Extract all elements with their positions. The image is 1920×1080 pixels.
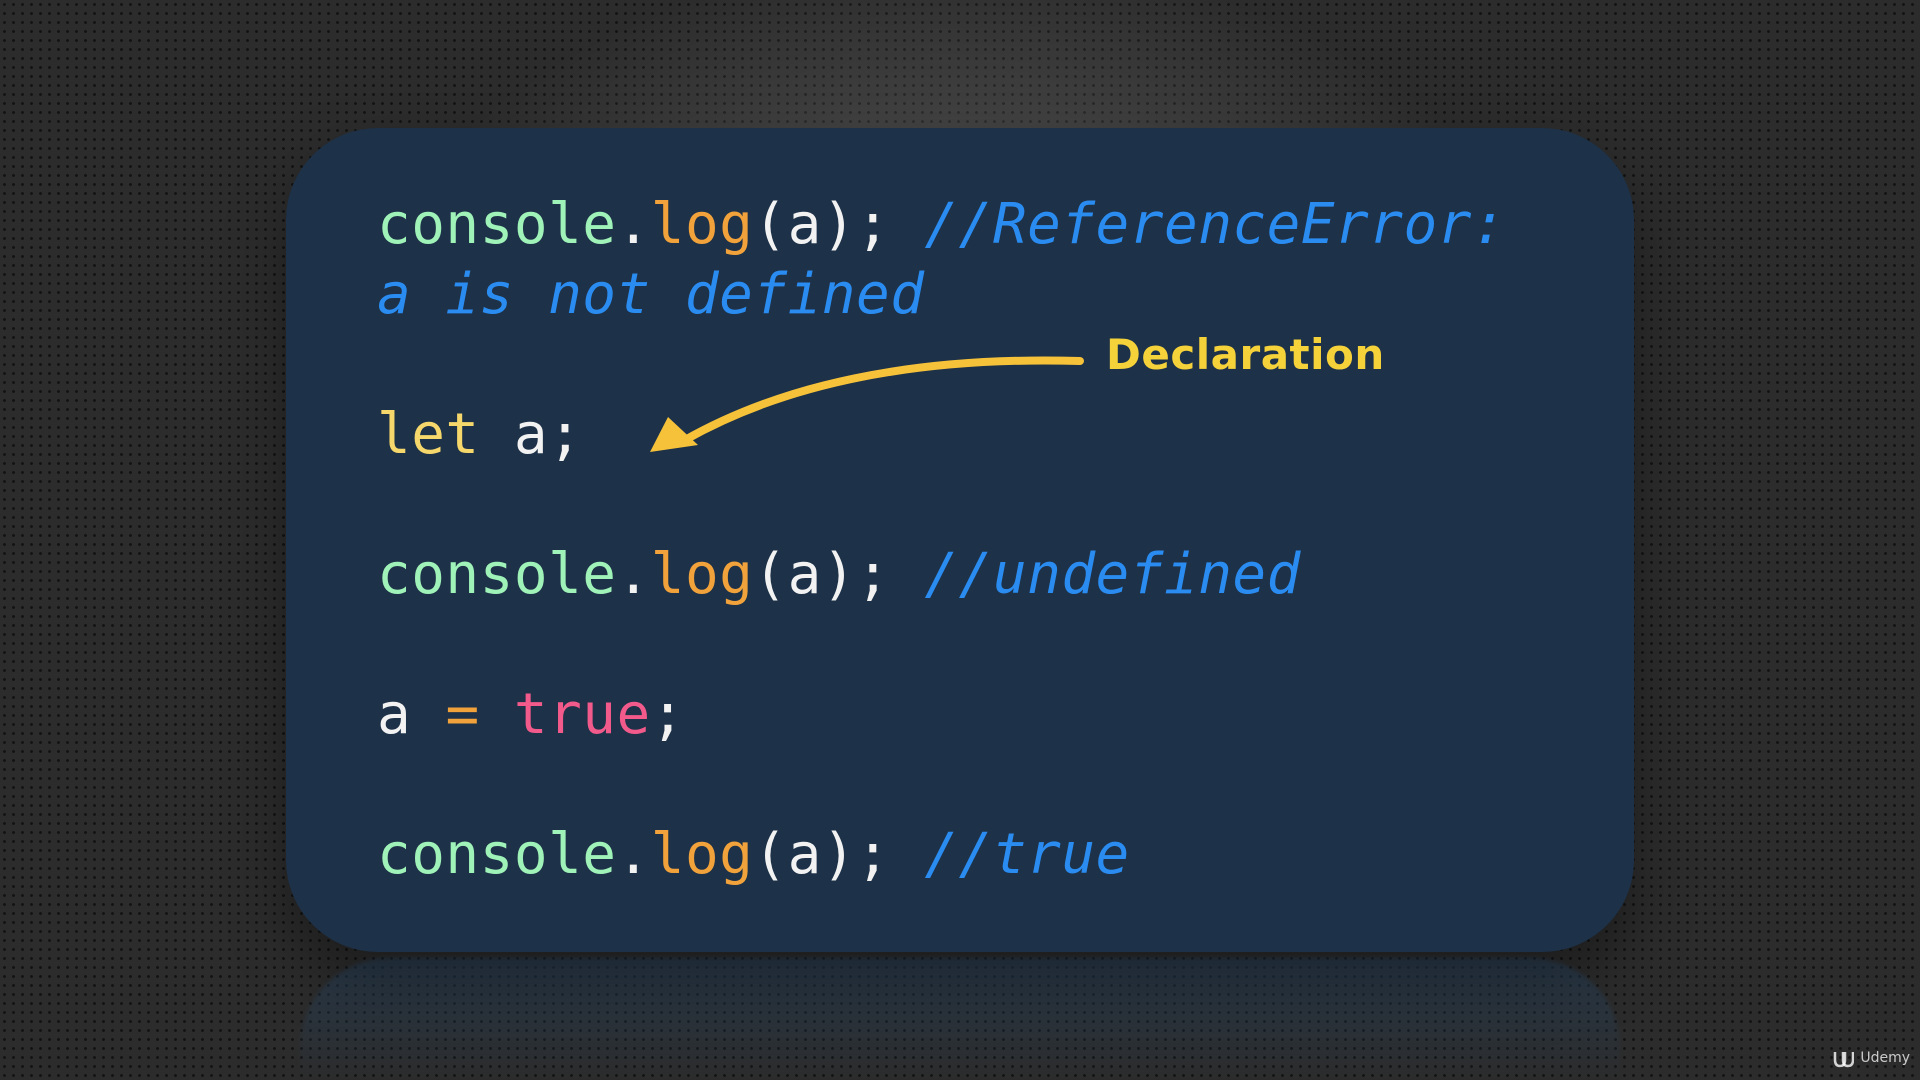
console-object: console (377, 542, 617, 607)
code-line-3: let a; (377, 400, 582, 470)
comment-true: //true (924, 822, 1130, 887)
log-function: log (650, 192, 754, 257)
comment-undefined: //undefined (924, 542, 1301, 607)
code-line-1: console.log(a); //ReferenceError: (377, 190, 1506, 260)
udemy-logo-icon (1834, 1052, 1855, 1068)
dot-operator: . (616, 822, 651, 887)
call-args: (a); (753, 542, 891, 607)
code-line-6: console.log(a); //true (377, 820, 1130, 890)
comment-reference-error: //ReferenceError: (924, 192, 1507, 257)
dot-operator: . (616, 542, 651, 607)
call-args: (a); (753, 192, 891, 257)
semicolon: ; (650, 682, 685, 747)
declaration-label: Declaration (1106, 330, 1385, 379)
card-reflection (300, 958, 1620, 1080)
console-object: console (377, 822, 617, 887)
console-object: console (377, 192, 617, 257)
code-line-2: a is not defined (377, 260, 924, 330)
udemy-logo: Udemy (1832, 1048, 1910, 1068)
slide: console.log(a); //ReferenceError: a is n… (0, 0, 1920, 1080)
assign-operator: = (445, 682, 480, 747)
let-keyword: let (377, 402, 480, 467)
udemy-logo-text: Udemy (1860, 1050, 1910, 1066)
call-args: (a); (753, 822, 891, 887)
declaration-arrow-icon (650, 356, 1084, 452)
log-function: log (650, 542, 754, 607)
assigned-variable: a (377, 682, 412, 747)
code-line-5: a = true; (377, 680, 685, 750)
comment-not-defined: a is not defined (377, 262, 925, 327)
dot-operator: . (616, 192, 651, 257)
code-line-4: console.log(a); //undefined (377, 540, 1301, 610)
log-function: log (650, 822, 754, 887)
declared-variable: a; (513, 402, 583, 467)
boolean-literal: true (513, 682, 651, 747)
